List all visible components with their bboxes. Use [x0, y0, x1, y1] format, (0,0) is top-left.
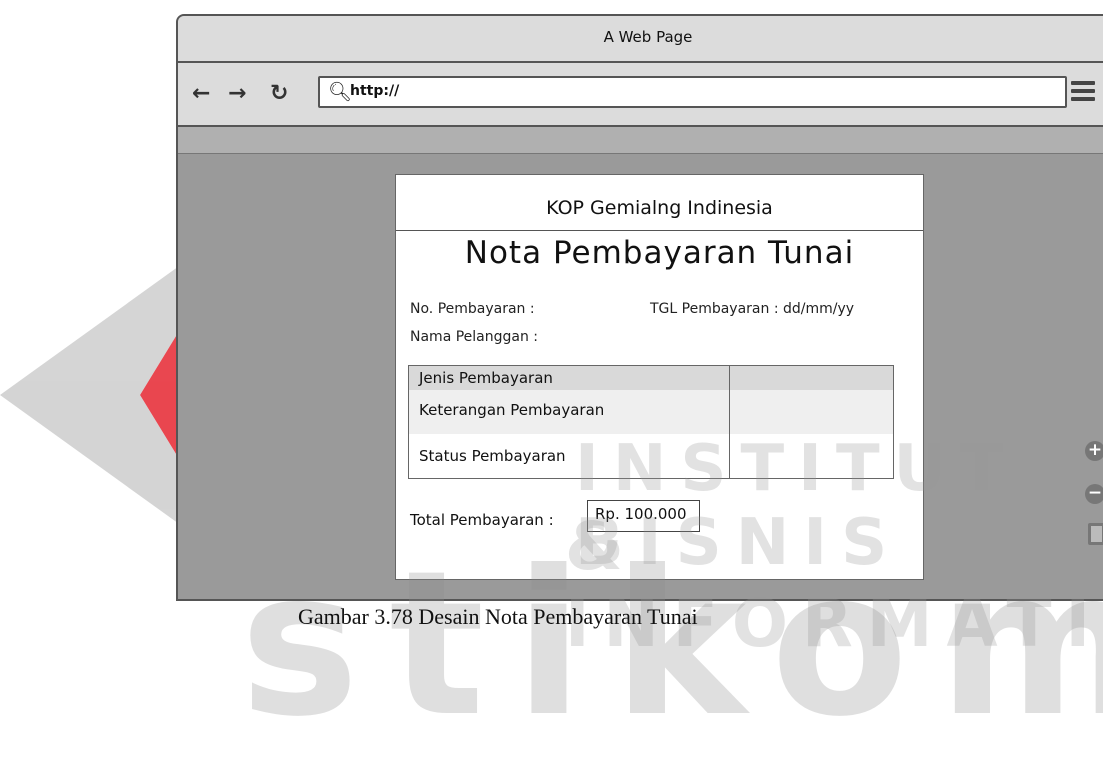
window-title-bar: A Web Page — [178, 16, 1103, 63]
tgl-pembayaran-label: TGL Pembayaran : dd/mm/yy — [650, 301, 855, 317]
navigation-bar: ← → ↻ 🔍︎ http:// — [178, 63, 1103, 127]
zoom-in-icon[interactable]: + — [1085, 441, 1103, 461]
jenis-pembayaran-label: Jenis Pembayaran — [419, 369, 553, 387]
table-row: Jenis Pembayaran — [409, 366, 893, 390]
no-pembayaran-label: No. Pembayaran : — [410, 301, 535, 317]
print-icon[interactable] — [1088, 523, 1103, 545]
url-text: http:// — [350, 83, 400, 99]
status-pembayaran-label: Status Pembayaran — [419, 447, 566, 465]
table-row: Keterangan Pembayaran — [409, 390, 893, 434]
figure-caption: Gambar 3.78 Desain Nota Pembayaran Tunai — [298, 604, 698, 629]
reload-icon[interactable]: ↻ — [270, 81, 288, 106]
window-title: A Web Page — [603, 28, 693, 46]
page-title: Nota Pembayaran Tunai — [464, 235, 855, 271]
zoom-out-icon[interactable]: − — [1085, 484, 1103, 504]
company-header: KOP Gemialng Indinesia — [396, 175, 923, 231]
keterangan-pembayaran-label: Keterangan Pembayaran — [419, 401, 605, 419]
nama-pelanggan-label: Nama Pelanggan : — [410, 329, 539, 345]
menu-icon[interactable] — [1071, 81, 1095, 105]
toolbar-strip — [178, 127, 1103, 154]
forward-arrow-icon[interactable]: → — [228, 81, 246, 106]
address-bar[interactable]: 🔍︎ http:// — [318, 76, 1067, 108]
back-arrow-icon[interactable]: ← — [192, 81, 210, 106]
search-icon: 🔍︎ — [328, 81, 353, 103]
watermark-stikom-text: stikom — [240, 528, 1103, 761]
total-pembayaran-label: Total Pembayaran : — [410, 511, 554, 529]
